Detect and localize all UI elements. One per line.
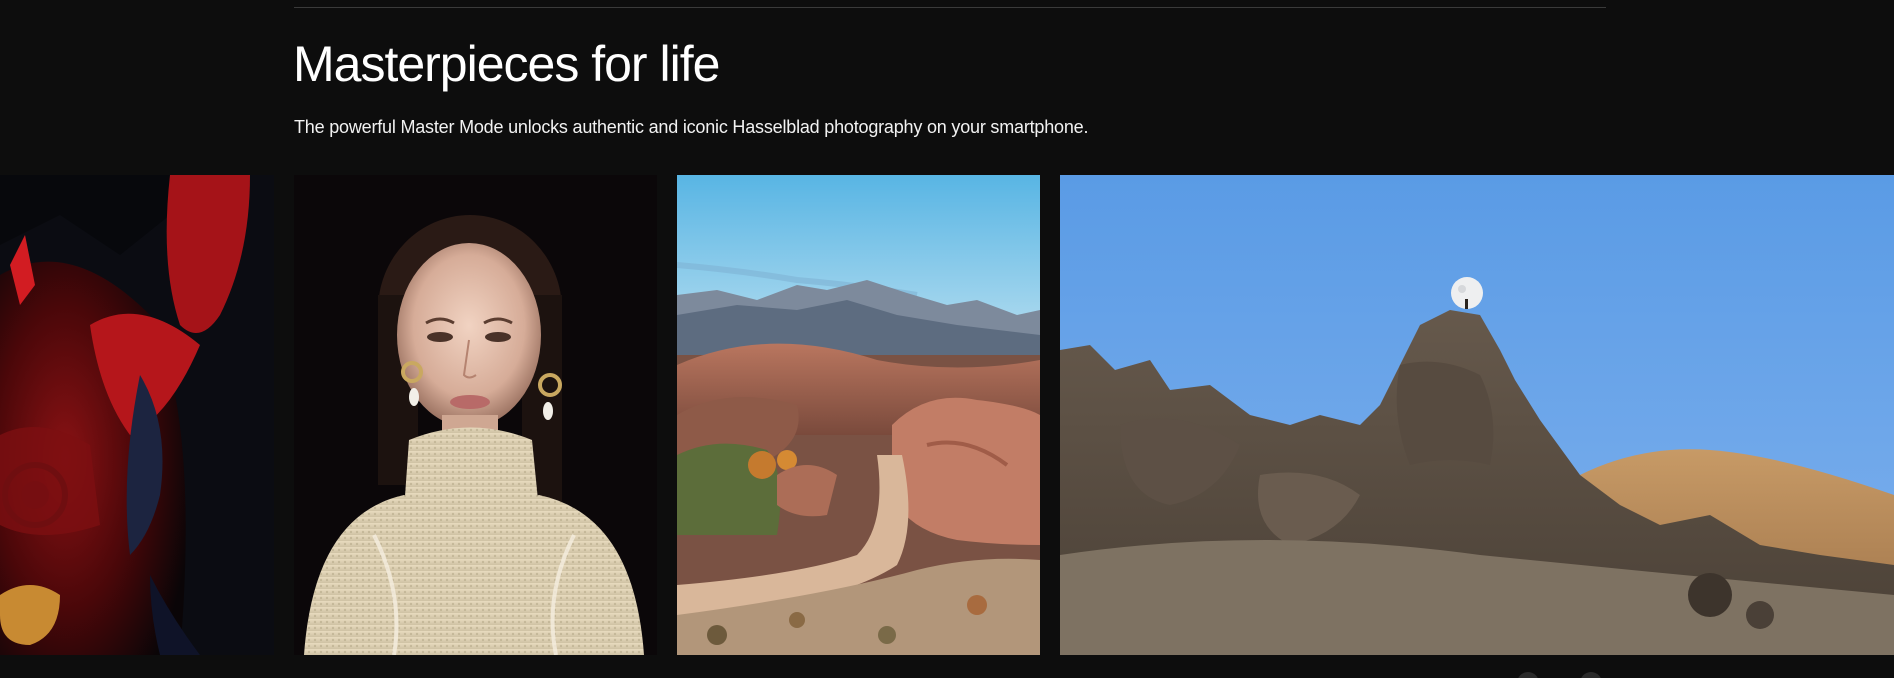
page: Masterpieces for life The powerful Maste… <box>0 0 1894 678</box>
gallery-photo-desert-road[interactable] <box>677 175 1040 655</box>
portrait-image <box>294 175 657 655</box>
carousel-control-prev[interactable] <box>1517 672 1539 678</box>
gallery-photo-opera-costume[interactable] <box>0 175 274 655</box>
carousel-control-next[interactable] <box>1580 672 1602 678</box>
desert-road-image <box>677 175 1040 655</box>
photo-gallery[interactable] <box>0 175 1894 655</box>
gallery-photo-portrait[interactable] <box>294 175 657 655</box>
gallery-photo-moon-over-rocks[interactable] <box>1060 175 1894 655</box>
moon-over-rocks-image <box>1060 175 1894 655</box>
section-subtitle: The powerful Master Mode unlocks authent… <box>294 117 1089 137</box>
section-divider <box>294 7 1606 8</box>
opera-costume-image <box>0 175 274 655</box>
section-title: Masterpieces for life <box>293 36 720 92</box>
